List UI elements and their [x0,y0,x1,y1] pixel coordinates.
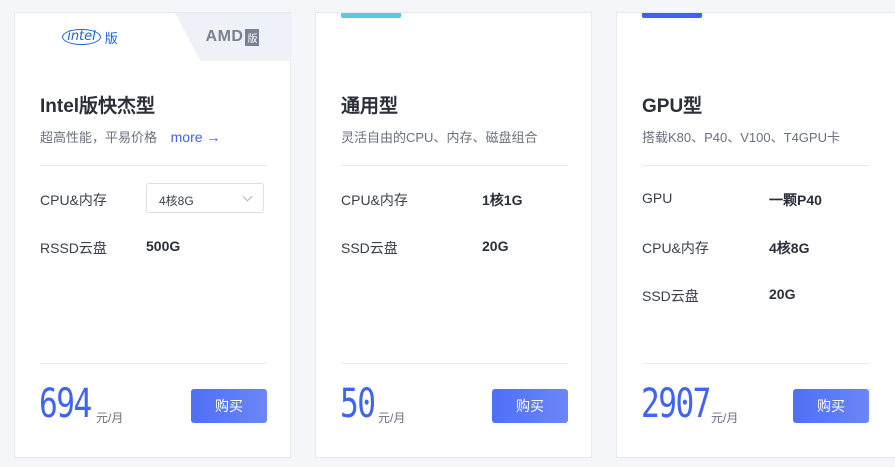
spec-label-ssd: SSD云盘 [341,240,398,256]
card-intel-kuaijie: intel 版 AMD 版 Intel版快杰型 超高性能，平易价格 more →… [14,12,292,458]
cpu-vendor-tabs: intel 版 AMD 版 [15,13,292,61]
spec-value-cpu-memory: 4核8G [769,240,810,256]
cpu-memory-select[interactable]: 4核8G [146,183,264,213]
divider [341,165,568,166]
price-value: 50 [340,381,376,427]
price-unit: 元/月 [378,411,406,425]
buy-button[interactable]: 购买 [191,389,267,423]
tab-amd-suffix: 版 [245,28,260,46]
divider [40,165,267,166]
spec-value-rssd: 500G [146,238,181,254]
tab-intel-suffix: 版 [104,30,118,46]
divider [341,363,568,364]
spec-value-cpu-memory: 1核1G [482,192,523,208]
spec-label-rssd: RSSD云盘 [40,240,107,256]
amd-logo-icon: AMD [205,28,244,45]
card-subtitle: 超高性能，平易价格 more → [40,127,220,146]
price-value: 694 [39,381,92,427]
spec-label-gpu: GPU [642,190,673,206]
card-subtitle-text: 超高性能，平易价格 [40,130,158,145]
card-gpu: GPU型 搭载K80、P40、V100、T4GPU卡 GPU 一颗P40 CPU… [616,12,895,458]
card-accent-bar [642,13,702,18]
price-value: 2907 [641,381,711,427]
divider [642,165,869,166]
more-link[interactable]: more → [171,129,221,145]
price-unit: 元/月 [96,411,124,425]
buy-button[interactable]: 购买 [793,389,869,423]
tab-intel[interactable]: intel 版 [15,13,165,61]
card-subtitle: 灵活自由的CPU、内存、磁盘组合 [341,130,538,145]
chevron-down-icon [242,191,253,202]
buy-button[interactable]: 购买 [492,389,568,423]
spec-label-cpu-memory: CPU&内存 [40,192,107,208]
card-title: Intel版快杰型 [40,96,156,117]
spec-value-gpu: 一颗P40 [769,192,822,208]
cpu-memory-select-value: 4核8G [159,194,194,208]
card-title: GPU型 [642,96,703,117]
divider [40,363,267,364]
divider [642,363,869,364]
spec-label-cpu-memory: CPU&内存 [642,240,709,256]
spec-value-ssd: 20G [482,238,509,254]
card-title: 通用型 [341,96,399,117]
spec-value-ssd: 20G [769,286,796,302]
intel-logo-icon: intel [62,29,101,45]
card-subtitle: 搭载K80、P40、V100、T4GPU卡 [642,130,840,145]
card-general: 通用型 灵活自由的CPU、内存、磁盘组合 CPU&内存 1核1G SSD云盘 2… [315,12,592,458]
card-accent-bar [341,13,401,18]
price-unit: 元/月 [711,411,739,425]
spec-label-cpu-memory: CPU&内存 [341,192,408,208]
spec-label-ssd: SSD云盘 [642,288,699,304]
